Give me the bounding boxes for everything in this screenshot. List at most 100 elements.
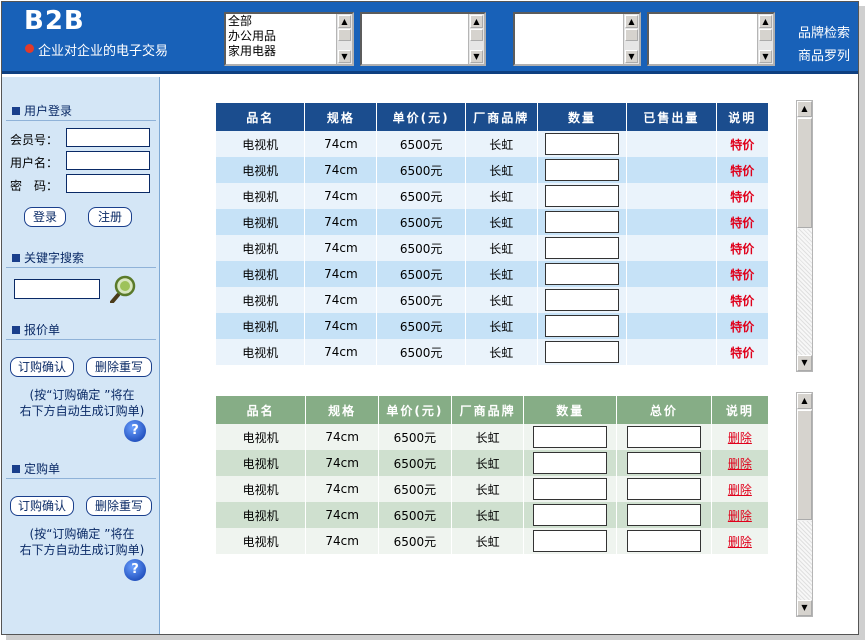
scroll-down-arrow-icon[interactable]: ▼ [625, 50, 638, 63]
quantity-input[interactable] [533, 504, 608, 526]
scroll-thumb[interactable] [797, 410, 812, 520]
quote-table: 品名 规格 单价(元) 厂商品牌 数量 已售出量 说明 电视机 74cm 6500元… [216, 103, 769, 365]
listbox-scrollbar[interactable]: ▲ ▼ [336, 14, 352, 64]
delete-link[interactable]: 删除 [711, 476, 769, 502]
scroll-track[interactable] [797, 229, 812, 355]
price-cell: 6500元 [377, 313, 466, 339]
product-name-cell: 电视机 [216, 235, 306, 261]
scroll-thumb[interactable] [338, 29, 351, 41]
quantity-input[interactable] [544, 341, 619, 363]
scroll-down-arrow-icon[interactable]: ▼ [470, 50, 483, 63]
quote-confirm-button[interactable]: 订购确认 [10, 357, 74, 377]
total-input[interactable] [626, 478, 701, 500]
total-input[interactable] [626, 504, 701, 526]
quantity-input[interactable] [544, 211, 619, 233]
member-input[interactable] [66, 128, 150, 147]
listbox-scrollbar[interactable]: ▲ ▼ [757, 14, 773, 64]
quantity-input[interactable] [544, 133, 619, 155]
total-input[interactable] [626, 426, 701, 448]
total-input[interactable] [626, 452, 701, 474]
scroll-thumb[interactable] [797, 118, 812, 228]
sidebar: 用户登录 会员号： 用户名： 密 码： 登录 注册 关键字搜索 报价单 订购确认… [2, 77, 160, 634]
subcategory-listbox[interactable]: ▲ ▼ [360, 12, 486, 66]
scroll-up-arrow-icon[interactable]: ▲ [797, 393, 812, 409]
quote-table-header: 品名 规格 单价(元) 厂商品牌 数量 已售出量 说明 [216, 103, 769, 131]
brand-search-link[interactable]: 品牌检索 [798, 22, 850, 41]
quantity-input[interactable] [544, 289, 619, 311]
brand-cell: 长虹 [465, 235, 538, 261]
username-input[interactable] [66, 151, 150, 170]
col-header: 数量 [537, 103, 628, 131]
bullet-icon [12, 326, 20, 334]
product-name-cell: 电视机 [216, 502, 307, 528]
order-table-scrollbar[interactable]: ▲ ▼ [796, 392, 813, 617]
search-icon[interactable] [110, 275, 136, 304]
spec-cell: 74cm [306, 424, 380, 450]
search-section-title: 关键字搜索 [12, 249, 84, 266]
category-option[interactable]: 全部 [228, 14, 276, 29]
scroll-up-arrow-icon[interactable]: ▲ [470, 15, 483, 28]
table-row: 电视机 74cm 6500元 长虹 删除 [216, 476, 769, 502]
note-cell: 特价 [716, 339, 769, 365]
sold-cell [627, 339, 717, 365]
login-button[interactable]: 登录 [24, 207, 66, 227]
product-name-cell: 电视机 [216, 476, 307, 502]
order-confirm-button[interactable]: 订购确认 [10, 496, 74, 516]
listbox-scrollbar[interactable]: ▲ ▼ [468, 14, 484, 64]
brand-listbox[interactable]: ▲ ▼ [513, 12, 641, 66]
table-row: 电视机 74cm 6500元 长虹 特价 [216, 157, 769, 183]
divider [6, 339, 156, 340]
scroll-thumb[interactable] [470, 29, 483, 41]
register-button[interactable]: 注册 [88, 207, 132, 227]
scroll-down-arrow-icon[interactable]: ▼ [797, 355, 812, 371]
quantity-cell [537, 287, 628, 313]
product-list-link[interactable]: 商品罗列 [798, 45, 850, 64]
total-cell [616, 502, 712, 528]
help-icon[interactable]: ? [124, 559, 146, 581]
quantity-input[interactable] [544, 263, 619, 285]
scroll-down-arrow-icon[interactable]: ▼ [338, 50, 351, 63]
quantity-input[interactable] [544, 185, 619, 207]
quote-table-scrollbar[interactable]: ▲ ▼ [796, 100, 813, 372]
category-option[interactable]: 家用电器 [228, 44, 276, 59]
quantity-input[interactable] [544, 237, 619, 259]
quantity-input[interactable] [544, 159, 619, 181]
scroll-up-arrow-icon[interactable]: ▲ [759, 15, 772, 28]
listbox-scrollbar[interactable]: ▲ ▼ [623, 14, 639, 64]
category-listbox[interactable]: 全部 办公用品 家用电器 ▲ ▼ [224, 12, 354, 66]
product-listbox[interactable]: ▲ ▼ [647, 12, 775, 66]
product-name-cell: 电视机 [216, 450, 307, 476]
delete-link[interactable]: 删除 [711, 450, 769, 476]
quote-reset-button[interactable]: 删除重写 [86, 357, 152, 377]
brand-cell: 长虹 [465, 287, 538, 313]
scroll-thumb[interactable] [759, 29, 772, 41]
quantity-input[interactable] [544, 315, 619, 337]
scroll-down-arrow-icon[interactable]: ▼ [797, 600, 812, 616]
keyword-search-input[interactable] [14, 279, 100, 299]
delete-link[interactable]: 删除 [711, 424, 769, 450]
col-header: 规格 [306, 396, 380, 424]
scroll-up-arrow-icon[interactable]: ▲ [338, 15, 351, 28]
scroll-up-arrow-icon[interactable]: ▲ [797, 101, 812, 117]
total-input[interactable] [626, 530, 701, 552]
scroll-thumb[interactable] [625, 29, 638, 41]
delete-link[interactable]: 删除 [711, 502, 769, 528]
category-option[interactable]: 办公用品 [228, 29, 276, 44]
quantity-input[interactable] [533, 426, 608, 448]
product-name-cell: 电视机 [216, 424, 307, 450]
help-icon[interactable]: ? [124, 420, 146, 442]
quantity-input[interactable] [533, 452, 608, 474]
delete-link[interactable]: 删除 [711, 528, 769, 554]
price-cell: 6500元 [379, 502, 452, 528]
order-reset-button[interactable]: 删除重写 [86, 496, 152, 516]
quantity-input[interactable] [533, 478, 608, 500]
scroll-down-arrow-icon[interactable]: ▼ [759, 50, 772, 63]
password-input[interactable] [66, 174, 150, 193]
scroll-up-arrow-icon[interactable]: ▲ [625, 15, 638, 28]
table-row: 电视机 74cm 6500元 长虹 删除 [216, 450, 769, 476]
quantity-input[interactable] [533, 530, 608, 552]
table-row: 电视机 74cm 6500元 长虹 特价 [216, 131, 769, 157]
quantity-cell [524, 476, 617, 502]
table-row: 电视机 74cm 6500元 长虹 特价 [216, 339, 769, 365]
scroll-track[interactable] [797, 521, 812, 601]
